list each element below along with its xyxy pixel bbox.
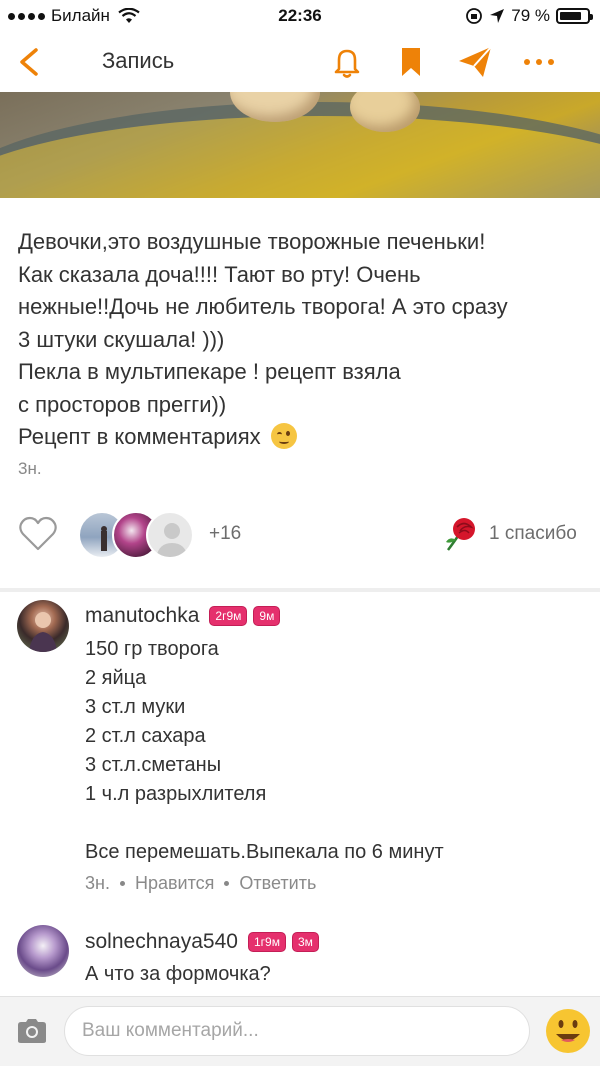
comment-line: 3 ст.л.сметаны — [85, 754, 222, 776]
battery-fill — [560, 12, 581, 20]
comment-header: manutochka 2г9м 9м — [85, 604, 281, 628]
post-text-line: Девочки,это воздушные творожные печеньки… — [18, 229, 486, 254]
post-text-line: 3 штуки скушала! ))) — [18, 326, 225, 352]
heart-icon[interactable] — [18, 516, 58, 552]
post-photo[interactable] — [0, 92, 600, 198]
comment-line: 3 ст.л муки — [85, 696, 186, 718]
emoji-picker-icon[interactable] — [544, 1007, 592, 1055]
separator-dot — [119, 881, 125, 886]
more-icon[interactable] — [519, 42, 559, 82]
header: Запись — [0, 32, 600, 92]
like-comment-link[interactable]: Нравится — [135, 873, 214, 894]
comment-body: А что за формочка? — [85, 960, 585, 989]
comment-line: Все перемешать.Выпекала по 6 минут — [85, 841, 444, 863]
comment-line — [85, 809, 585, 838]
comment-input[interactable] — [64, 1006, 530, 1056]
reactions-row: +16 1 спасибо — [0, 510, 600, 560]
send-icon[interactable] — [455, 42, 495, 82]
comment-header: solnechnaya540 1г9м 3м — [85, 930, 319, 954]
post-text-line: Как сказала доча!!!! Тают во рту! Очень — [18, 261, 421, 287]
comment-timestamp: 3н. — [85, 873, 110, 893]
post-text-line: Пекла в мультипекаре ! рецепт взяла — [18, 359, 401, 384]
post-text-line-last: Рецепт в комментариях — [18, 421, 588, 454]
orientation-lock-icon — [466, 8, 483, 24]
camera-icon[interactable] — [16, 1017, 48, 1045]
child-age-badge: 9м — [253, 606, 281, 626]
comment-line: 2 яйца — [85, 667, 147, 689]
comment-meta: 3н. Нравится Ответить — [85, 873, 316, 894]
comment-line: 150 гр творога — [85, 638, 219, 660]
avatar[interactable] — [17, 600, 69, 652]
comment-line: 1 ч.л разрыхлителя — [85, 783, 267, 805]
battery-icon — [556, 8, 593, 24]
section-divider — [0, 588, 600, 592]
battery-percent: 79 % — [511, 6, 550, 25]
status-bar: Билайн 22:36 79 % — [0, 0, 600, 32]
child-age-badge: 3м — [291, 932, 319, 952]
post-text-line: Рецепт в комментариях — [18, 424, 261, 449]
bell-icon[interactable] — [327, 42, 367, 82]
separator-dot — [224, 881, 230, 886]
bookmark-icon[interactable] — [391, 42, 431, 82]
comment-author[interactable]: solnechnaya540 — [85, 930, 238, 954]
post-text-line: с просторов прегги)) — [18, 391, 227, 417]
avatar[interactable] — [17, 925, 69, 977]
back-chevron-icon[interactable] — [12, 40, 52, 84]
rose-icon[interactable] — [440, 514, 480, 554]
comment-line: 2 ст.л сахара — [85, 725, 206, 747]
post-text-line: нежные!!Дочь не любитель творога! А это … — [18, 294, 508, 319]
wink-emoji-icon — [270, 423, 297, 449]
comment-author[interactable]: manutochka — [85, 604, 199, 628]
reply-comment-link[interactable]: Ответить — [239, 873, 316, 894]
comment-composer — [0, 996, 600, 1066]
child-age-badge: 2г9м — [209, 606, 248, 626]
child-age-badge: 1г9м — [247, 932, 286, 952]
location-arrow-icon — [490, 9, 505, 23]
status-right: 79 % — [465, 6, 593, 26]
likes-extra-count[interactable]: +16 — [209, 523, 241, 545]
page-title: Запись — [102, 48, 175, 73]
post-text: Девочки,это воздушные творожные печеньки… — [18, 226, 588, 454]
post-timestamp: 3н. — [18, 459, 42, 478]
comment-line: А что за формочка? — [85, 963, 271, 985]
avatar — [146, 511, 194, 559]
thanks-count[interactable]: 1 спасибо — [489, 523, 577, 545]
comment-body: 150 гр творога 2 яйца 3 ст.л муки 2 ст.л са… — [85, 635, 585, 867]
